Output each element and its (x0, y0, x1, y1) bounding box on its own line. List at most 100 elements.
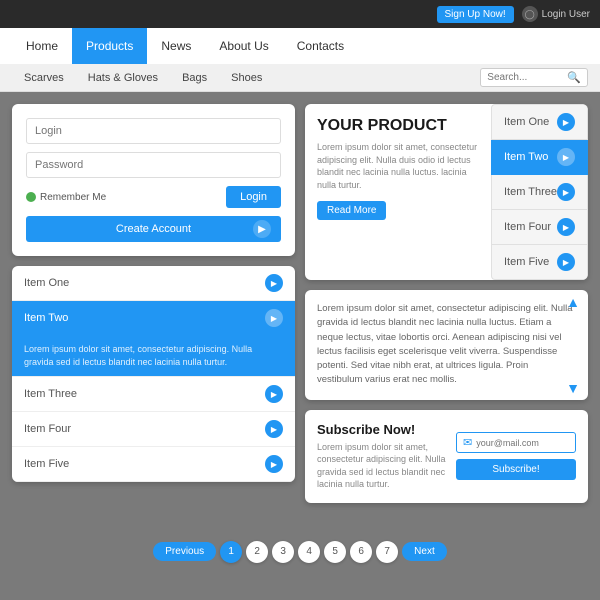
page-7[interactable]: 7 (376, 541, 398, 563)
right-column: YOUR PRODUCT Lorem ipsum dolor sit amet,… (305, 104, 588, 503)
item-tab-2[interactable]: Item Two ▶ (491, 140, 588, 175)
scroll-widget: ▲ Lorem ipsum dolor sit amet, consectetu… (305, 290, 588, 400)
remember-dot (26, 192, 36, 202)
nav-contacts[interactable]: Contacts (283, 28, 358, 64)
search-icon: 🔍 (567, 71, 581, 84)
acc-label-5: Item Five (24, 458, 69, 470)
item-tab-3[interactable]: Item Three ▶ (491, 175, 588, 210)
subnav-shoes[interactable]: Shoes (219, 72, 274, 84)
item-play-1[interactable]: ▶ (557, 113, 575, 131)
scroll-up-icon[interactable]: ▲ (566, 294, 580, 310)
item-tab-1[interactable]: Item One ▶ (491, 104, 588, 140)
page-1[interactable]: 1 (220, 541, 242, 563)
items-sidebar: Item One ▶ Item Two ▶ Item Three ▶ Item … (491, 104, 588, 280)
prev-button[interactable]: Previous (153, 542, 216, 561)
subscribe-button[interactable]: Subscribe! (456, 459, 576, 480)
item-tab-label-2: Item Two (504, 151, 548, 163)
next-button[interactable]: Next (402, 542, 447, 561)
acc-header-2[interactable]: Item Two ▶ (12, 301, 295, 335)
login-row: Remember Me Login (26, 186, 281, 208)
password-input[interactable] (26, 152, 281, 178)
acc-body-2: Lorem ipsum dolor sit amet, consectetur … (12, 335, 295, 376)
acc-item-1: Item One ▶ (12, 266, 295, 301)
page-4[interactable]: 4 (298, 541, 320, 563)
product-text: Lorem ipsum dolor sit amet, consectetur … (317, 141, 479, 191)
login-user-button[interactable]: ◯ Login User (522, 6, 590, 22)
item-play-4[interactable]: ▶ (557, 218, 575, 236)
read-more-button[interactable]: Read More (317, 201, 386, 220)
acc-header-3[interactable]: Item Three ▶ (12, 377, 295, 411)
item-tab-label-3: Item Three (504, 186, 557, 198)
remember-me[interactable]: Remember Me (26, 192, 106, 203)
create-account-button[interactable]: Create Account ▶ (26, 216, 281, 242)
left-column: Remember Me Login Create Account ▶ Item … (12, 104, 295, 503)
item-play-3[interactable]: ▶ (557, 183, 575, 201)
acc-play-1[interactable]: ▶ (265, 274, 283, 292)
item-tab-label-4: Item Four (504, 221, 551, 233)
login-button[interactable]: Login (226, 186, 281, 208)
subscribe-left: Subscribe Now! Lorem ipsum dolor sit ame… (317, 422, 446, 491)
subscribe-right: ✉ Subscribe! (456, 432, 576, 480)
acc-header-1[interactable]: Item One ▶ (12, 266, 295, 300)
item-tab-label-1: Item One (504, 116, 549, 128)
pagination: Previous 1 2 3 4 5 6 7 Next (0, 535, 600, 567)
acc-header-5[interactable]: Item Five ▶ (12, 447, 295, 481)
remember-label: Remember Me (40, 192, 106, 203)
acc-label-4: Item Four (24, 423, 71, 435)
nav-about[interactable]: About Us (205, 28, 282, 64)
nav-home[interactable]: Home (12, 28, 72, 64)
nav-products[interactable]: Products (72, 28, 147, 64)
acc-item-5: Item Five ▶ (12, 447, 295, 482)
scroll-down-icon[interactable]: ▼ (566, 380, 580, 396)
signup-button[interactable]: Sign Up Now! (437, 6, 514, 23)
main-nav: Home Products News About Us Contacts (0, 28, 600, 64)
create-account-label: Create Account (116, 223, 191, 235)
acc-item-3: Item Three ▶ (12, 377, 295, 412)
sub-nav: Scarves Hats & Gloves Bags Shoes 🔍 (0, 64, 600, 92)
login-input[interactable] (26, 118, 281, 144)
login-widget: Remember Me Login Create Account ▶ (12, 104, 295, 256)
top-bar: Sign Up Now! ◯ Login User (0, 0, 600, 28)
subscribe-text: Lorem ipsum dolor sit amet, consectetur … (317, 441, 446, 491)
acc-label-2: Item Two (24, 312, 68, 324)
search-box[interactable]: 🔍 (480, 68, 588, 87)
acc-item-2: Item Two ▶ Lorem ipsum dolor sit amet, c… (12, 301, 295, 377)
product-title: YOUR PRODUCT (317, 116, 479, 135)
product-content: YOUR PRODUCT Lorem ipsum dolor sit amet,… (305, 104, 491, 280)
page-6[interactable]: 6 (350, 541, 372, 563)
item-tab-5[interactable]: Item Five ▶ (491, 245, 588, 280)
acc-play-5[interactable]: ▶ (265, 455, 283, 473)
item-play-5[interactable]: ▶ (557, 253, 575, 271)
subnav-bags[interactable]: Bags (170, 72, 219, 84)
subnav-scarves[interactable]: Scarves (12, 72, 76, 84)
acc-play-4[interactable]: ▶ (265, 420, 283, 438)
item-tab-label-5: Item Five (504, 256, 549, 268)
user-icon: ◯ (522, 6, 538, 22)
acc-label-3: Item Three (24, 388, 77, 400)
email-input-wrap[interactable]: ✉ (456, 432, 576, 453)
email-icon: ✉ (463, 436, 472, 449)
subnav-hats[interactable]: Hats & Gloves (76, 72, 170, 84)
item-tab-4[interactable]: Item Four ▶ (491, 210, 588, 245)
login-user-label: Login User (542, 9, 590, 20)
page-2[interactable]: 2 (246, 541, 268, 563)
acc-header-4[interactable]: Item Four ▶ (12, 412, 295, 446)
acc-play-3[interactable]: ▶ (265, 385, 283, 403)
product-widget: YOUR PRODUCT Lorem ipsum dolor sit amet,… (305, 104, 588, 280)
acc-label-1: Item One (24, 277, 69, 289)
acc-play-2[interactable]: ▶ (265, 309, 283, 327)
subscribe-widget: Subscribe Now! Lorem ipsum dolor sit ame… (305, 410, 588, 503)
page-5[interactable]: 5 (324, 541, 346, 563)
arrow-icon: ▶ (253, 220, 271, 238)
email-input[interactable] (476, 438, 561, 448)
acc-body-text-2: Lorem ipsum dolor sit amet, consectetur … (24, 344, 252, 367)
accordion-widget: Item One ▶ Item Two ▶ Lorem ipsum dolor … (12, 266, 295, 482)
main-content: Remember Me Login Create Account ▶ Item … (0, 92, 600, 535)
search-input[interactable] (487, 72, 567, 83)
page-3[interactable]: 3 (272, 541, 294, 563)
scroll-text: Lorem ipsum dolor sit amet, consectetur … (317, 302, 576, 388)
nav-news[interactable]: News (147, 28, 205, 64)
item-play-2[interactable]: ▶ (557, 148, 575, 166)
subscribe-title: Subscribe Now! (317, 422, 446, 437)
acc-item-4: Item Four ▶ (12, 412, 295, 447)
